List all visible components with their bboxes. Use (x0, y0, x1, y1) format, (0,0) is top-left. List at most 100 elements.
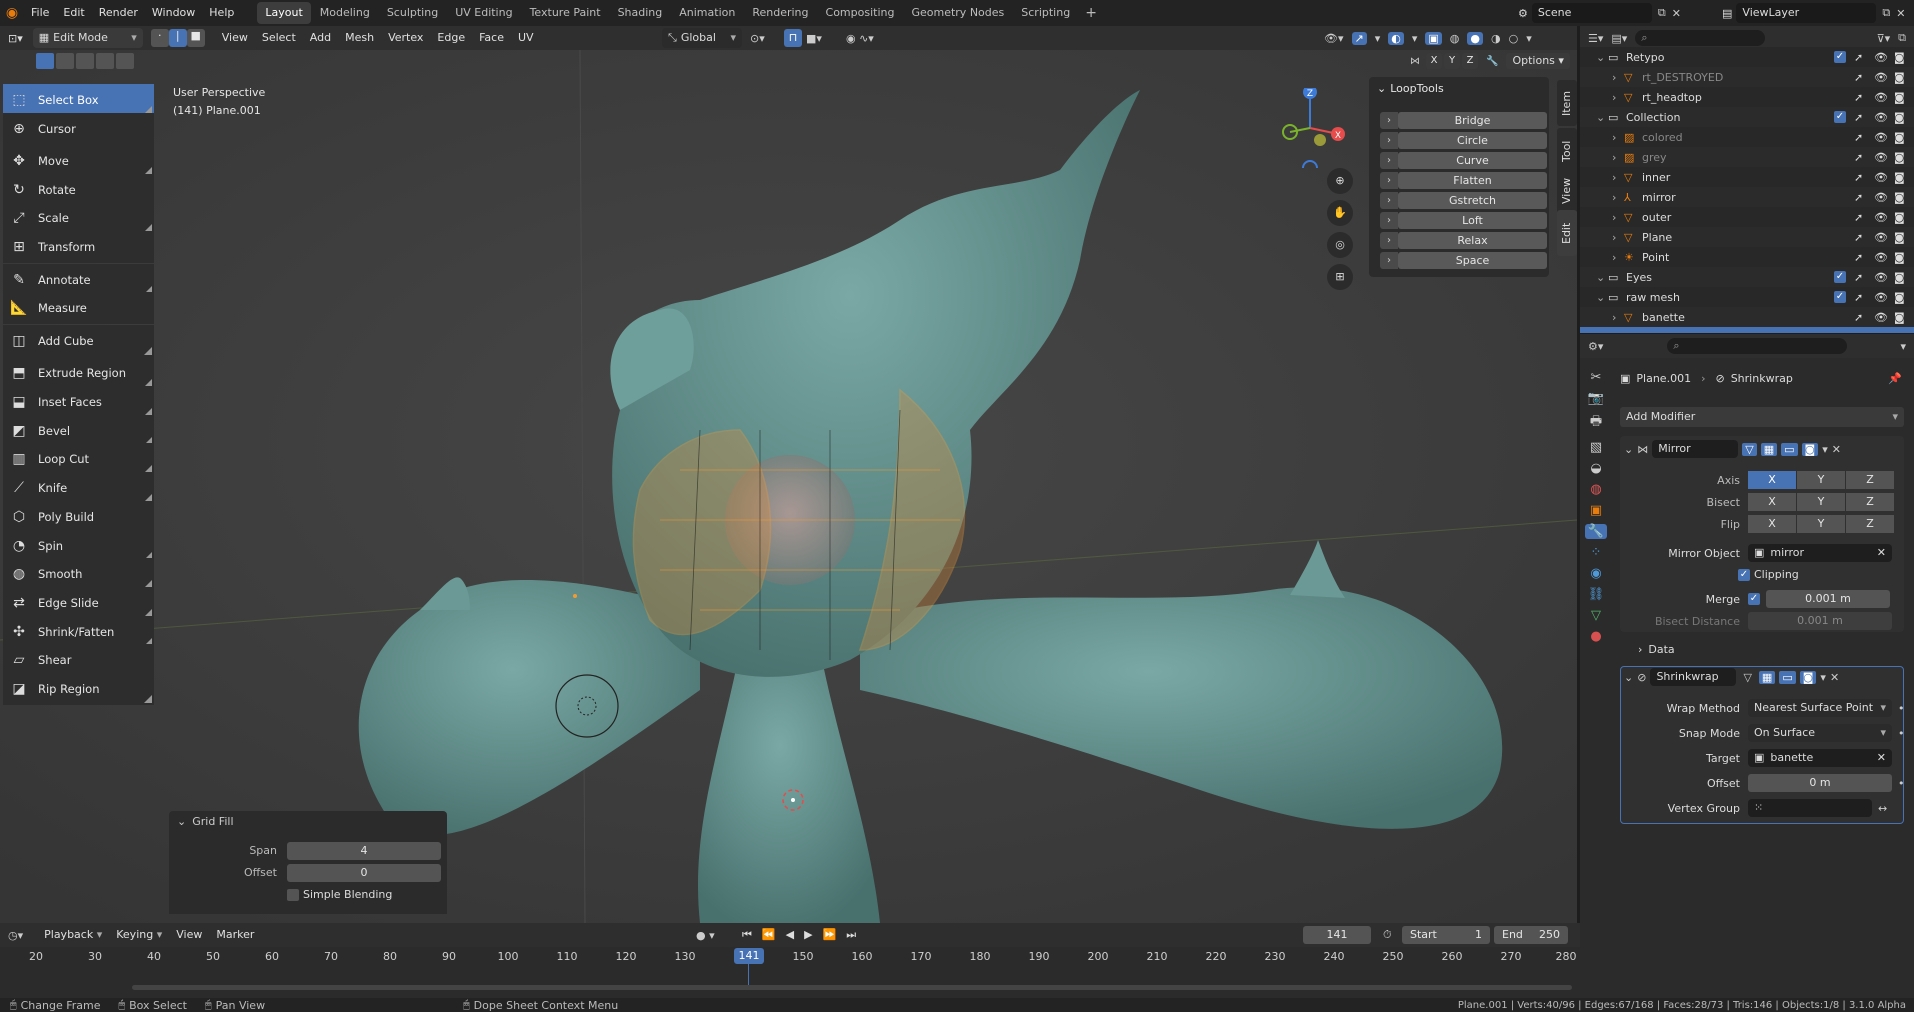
proportional-edit-icon[interactable]: ◉ ∿▾ (846, 32, 874, 45)
select-new-icon[interactable] (36, 53, 54, 69)
viewport-menu-vertex[interactable]: Vertex (381, 26, 430, 50)
data-subpanel[interactable]: Data (1648, 643, 1674, 656)
expand-icon[interactable]: › (1380, 192, 1398, 209)
outliner-row[interactable]: › ▽ inner ➚ 👁 ◙ (1580, 167, 1914, 187)
playhead-frame-label[interactable]: 141 (734, 948, 764, 964)
render-camera-icon[interactable]: ◙ (1894, 191, 1905, 204)
expand-icon[interactable]: ⌄ (1596, 111, 1605, 124)
expand-icon[interactable]: › (1612, 311, 1616, 324)
bisect-z-toggle[interactable]: Z (1846, 493, 1894, 511)
new-collection-icon[interactable]: ⧉ (1898, 31, 1906, 45)
looptools-bridge-button[interactable]: Bridge (1398, 112, 1547, 129)
select-extend-icon[interactable] (56, 53, 74, 69)
menu-render[interactable]: Render (92, 0, 145, 26)
outliner-item-raw-mesh[interactable]: raw mesh (1626, 291, 1680, 304)
looptools-circle-button[interactable]: Circle (1398, 132, 1547, 149)
display-mode-icon[interactable]: ▤▾ (1611, 32, 1627, 45)
viewport-menu-view[interactable]: View (215, 26, 255, 50)
selectable-icon[interactable]: ➚ (1854, 231, 1863, 244)
outliner-item-rt-destroyed[interactable]: rt_DESTROYED (1642, 71, 1723, 84)
gizmo-icon[interactable]: ↗ (1351, 31, 1367, 45)
shrinkwrap-name-field[interactable]: Shrinkwrap (1650, 668, 1737, 686)
wireframe-shading-icon[interactable]: ◍ (1450, 32, 1460, 45)
filter-icon[interactable]: ⊽▾ (1877, 32, 1891, 45)
exclude-checkbox[interactable]: ✓ (1834, 51, 1846, 63)
editmode-icon[interactable]: ▦ (1760, 442, 1778, 456)
select-invert-icon[interactable] (96, 53, 114, 69)
render-camera-icon[interactable]: ◙ (1894, 231, 1905, 244)
start-frame-field[interactable]: Start 1 (1402, 926, 1490, 944)
constraints-tab-icon[interactable]: ⛓ (1588, 587, 1605, 602)
sidebar-tab-edit[interactable]: Edit (1557, 210, 1577, 256)
offset-field[interactable]: 0 m (1748, 774, 1892, 792)
viewport-menu-add[interactable]: Add (303, 26, 338, 50)
bisect-x-toggle[interactable]: X (1748, 493, 1796, 511)
selectable-icon[interactable]: ➚ (1854, 271, 1863, 284)
tool-add-cube[interactable]: ◫ Add Cube (3, 325, 154, 357)
expand-icon[interactable]: › (1612, 131, 1616, 144)
editmode-cage-icon[interactable]: ▽ (1740, 671, 1754, 684)
tab-animation[interactable]: Animation (671, 2, 743, 24)
visibility-eye-icon[interactable]: 👁 (1874, 91, 1888, 104)
outliner-item-collection[interactable]: Collection (1626, 111, 1680, 124)
expand-icon[interactable]: › (1380, 152, 1398, 169)
span-field[interactable]: 4 (287, 842, 441, 860)
overlay-icon[interactable]: ◐ (1388, 31, 1404, 45)
outliner-row[interactable]: › ▨ colored ➚ 👁 ◙ (1580, 127, 1914, 147)
tool-rip-region[interactable]: ◪ Rip Region (3, 673, 154, 705)
timeline-menu-marker[interactable]: Marker (209, 923, 261, 947)
select-intersect-icon[interactable] (116, 53, 134, 69)
delete-scene-icon[interactable]: ✕ (1672, 7, 1681, 20)
visibility-eye-icon[interactable]: 👁 (1874, 191, 1888, 204)
camera-view-icon[interactable]: ◎ (1327, 232, 1353, 258)
mirror-x-toggle[interactable]: X (1426, 53, 1442, 69)
expand-icon[interactable]: › (1380, 232, 1398, 249)
visibility-eye-icon[interactable]: 👁 (1874, 211, 1888, 224)
tool-extrude-region[interactable]: ⬒ Extrude Region (3, 357, 154, 389)
snap-mode-dropdown[interactable]: On Surface ▾ (1748, 724, 1892, 742)
looptools-header[interactable]: ⌄ LoopTools (1369, 77, 1549, 101)
bisect-y-toggle[interactable]: Y (1797, 493, 1845, 511)
viewport[interactable]: User Perspective (141) Plane.001 Z X ⊕ ✋… (0, 50, 1577, 923)
timeline-menu-view[interactable]: View (169, 923, 209, 947)
outliner-item-plane[interactable]: Plane (1642, 231, 1672, 244)
viewport-menu-select[interactable]: Select (255, 26, 303, 50)
viewport-menu-uv[interactable]: UV (511, 26, 541, 50)
expand-icon[interactable]: › (1380, 132, 1398, 149)
timeline-menu-keying[interactable]: Keying ▾ (109, 923, 169, 947)
tool-scale[interactable]: ⤢ Scale (3, 202, 154, 234)
new-view-layer-icon[interactable]: ⧉ (1882, 6, 1890, 20)
expand-icon[interactable]: › (1612, 191, 1616, 204)
xray-icon[interactable]: ▣ (1425, 31, 1442, 45)
render-camera-icon[interactable]: ◙ (1894, 91, 1905, 104)
outliner-row[interactable]: ⌄ ▭ Collection ✓ ➚ 👁 ◙ (1580, 107, 1914, 127)
tab-sculpting[interactable]: Sculpting (379, 2, 446, 24)
jump-end-icon[interactable]: ⏭ (846, 928, 856, 942)
visibility-eye-icon[interactable]: 👁 (1874, 231, 1888, 244)
outliner-item-inner[interactable]: inner (1642, 171, 1670, 184)
clock-icon[interactable]: ⏱ (1383, 928, 1392, 942)
collapse-icon[interactable]: ⌄ (1624, 443, 1633, 456)
selectable-icon[interactable]: ➚ (1854, 171, 1863, 184)
expand-icon[interactable]: › (1612, 251, 1616, 264)
visibility-eye-icon[interactable]: 👁 (1874, 271, 1888, 284)
expand-icon[interactable]: ⌄ (1596, 51, 1605, 64)
dropdown-icon[interactable]: ▾ (1820, 671, 1826, 684)
outliner-item-grey[interactable]: grey (1642, 151, 1667, 164)
end-frame-field[interactable]: End 250 (1494, 926, 1568, 944)
render-camera-icon[interactable]: ◙ (1894, 51, 1905, 64)
selectable-icon[interactable]: ➚ (1854, 291, 1863, 304)
tool-shear[interactable]: ▱ Shear (3, 644, 154, 676)
tab-shading[interactable]: Shading (610, 2, 671, 24)
visibility-eye-icon[interactable]: 👁 (1874, 251, 1888, 264)
tool-poly-build[interactable]: ⬡ Poly Build (3, 501, 154, 533)
selectable-icon[interactable]: ➚ (1854, 211, 1863, 224)
viewport-menu-edge[interactable]: Edge (430, 26, 472, 50)
outliner-item-colored[interactable]: colored (1642, 131, 1683, 144)
wrench-icon[interactable]: 🔧 (1486, 56, 1498, 67)
mirror-z-toggle[interactable]: Z (1462, 53, 1478, 69)
outliner-row[interactable]: › ▽ banette ➚ 👁 ◙ (1580, 307, 1914, 327)
tool-inset-faces[interactable]: ⬓ Inset Faces (3, 386, 154, 418)
wrap-method-dropdown[interactable]: Nearest Surface Point ▾ (1748, 699, 1892, 717)
view-layer-tab-icon[interactable]: ▧ (1590, 440, 1602, 455)
